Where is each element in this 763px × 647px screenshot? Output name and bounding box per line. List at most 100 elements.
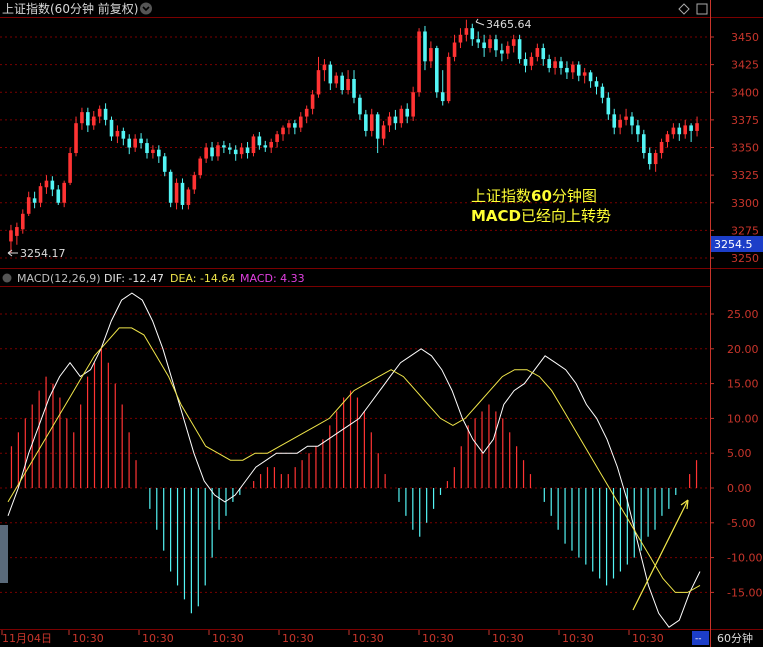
candle-body <box>470 28 475 40</box>
dif-line <box>7 292 701 628</box>
candle-body <box>505 45 510 54</box>
candle-body <box>488 39 492 49</box>
candle-body <box>334 75 339 84</box>
candle-body <box>68 153 72 183</box>
candle-body <box>446 56 451 102</box>
candle-body <box>411 92 415 117</box>
candle-body <box>103 108 108 120</box>
macd-lines <box>7 292 701 628</box>
price-tick-label: 3375 <box>731 114 759 127</box>
candle-body <box>32 198 37 203</box>
diamond-icon[interactable] <box>678 3 690 15</box>
time-tick-label: 10:30 <box>212 632 244 645</box>
candle-body <box>115 130 120 137</box>
candle-body <box>600 86 605 98</box>
candle-body <box>387 116 392 126</box>
price-tick-label: 3400 <box>731 86 759 99</box>
candle-body <box>352 78 356 98</box>
candle-body <box>26 197 31 214</box>
macd-menu-icon <box>2 273 12 283</box>
candle-body <box>624 116 628 120</box>
price-tick-label: 3250 <box>731 252 759 265</box>
candle-body <box>269 141 273 148</box>
candle-body <box>180 182 185 205</box>
candle-body <box>588 72 593 82</box>
scroll-handle[interactable] <box>0 525 8 583</box>
candle-body <box>316 70 321 95</box>
candle-body <box>38 186 43 203</box>
candle-body <box>440 92 445 102</box>
candle-body <box>369 114 374 131</box>
minus-icon: -- <box>695 634 702 644</box>
candle-body <box>500 50 504 54</box>
candle-body <box>157 149 161 157</box>
macd-tick-label: 5.00 <box>727 447 752 460</box>
annotation-line-2: MACD已经向上转势 <box>471 207 611 225</box>
candle-body <box>612 114 617 128</box>
candle-body <box>582 72 587 76</box>
annotation-line-1: 上证指数60分钟图 <box>471 187 597 205</box>
candle-body <box>547 59 551 68</box>
candle-body <box>677 127 682 135</box>
period-label: 60分钟 <box>717 631 753 645</box>
candle-body <box>192 175 197 190</box>
time-tick-label: 10:30 <box>632 632 664 645</box>
candle-body <box>346 78 350 91</box>
macd-tick-label: -15.00 <box>727 586 762 599</box>
candle-body <box>517 39 522 60</box>
time-tick-label: 10:30 <box>562 632 594 645</box>
candle-body <box>647 153 652 165</box>
svg-text:3254.5: 3254.5 <box>714 238 753 251</box>
candle-body <box>74 123 78 154</box>
period-selector[interactable]: -- 60分钟 <box>692 631 753 645</box>
candle-body <box>636 125 640 135</box>
candle-body <box>133 138 137 148</box>
dea-line <box>7 327 701 593</box>
candle-body <box>145 143 149 154</box>
candle-body <box>695 123 699 131</box>
candle-body <box>298 116 303 128</box>
candle-body <box>222 145 226 148</box>
high-marker: 3465.64 <box>475 18 532 31</box>
candle-body <box>523 59 528 66</box>
candle-body <box>151 149 155 154</box>
candle-body <box>80 112 84 124</box>
candle-body <box>630 116 634 126</box>
current-price-badge: 3254.5 <box>711 236 763 252</box>
time-tick-label: 10:30 <box>492 632 524 645</box>
candle-body <box>435 48 439 93</box>
candle-body <box>275 134 279 142</box>
square-icon[interactable] <box>696 3 708 15</box>
title-menu-button[interactable] <box>140 2 152 15</box>
price-tick-label: 3275 <box>731 224 759 237</box>
chart-canvas: 3450 3425 3400 3375 3350 3325 3300 3275 3250 25.… <box>0 0 763 647</box>
candle-body <box>659 141 664 154</box>
macd-tick-label: 15.00 <box>727 378 759 391</box>
candle-body <box>642 134 646 154</box>
candle-body <box>653 153 658 165</box>
candle-body <box>328 64 333 84</box>
candle-body <box>20 213 25 230</box>
candle-body <box>263 145 268 148</box>
candle-body <box>511 39 516 46</box>
candle-body <box>559 61 563 68</box>
candle-body <box>15 227 19 236</box>
dea-label: DEA: -14.64 <box>170 272 235 285</box>
candle-body <box>364 114 368 131</box>
candle-body <box>9 230 13 242</box>
candle-body <box>393 116 398 124</box>
candle-body <box>476 39 481 43</box>
candle-body <box>375 114 380 139</box>
candle-body <box>174 182 179 203</box>
macd-tick-label: 20.00 <box>727 343 759 356</box>
time-tick-label: 10:30 <box>142 632 174 645</box>
candle-body <box>399 108 404 124</box>
candle-body <box>251 136 256 154</box>
candle-body <box>594 81 599 87</box>
candle-body <box>245 147 250 154</box>
candle-body <box>576 64 581 76</box>
macd-header: MACD(12,26,9) DIF: -12.47 DEA: -14.64 MA… <box>2 272 305 285</box>
macd-tick-label: 25.00 <box>727 308 759 321</box>
candle-body <box>168 171 173 203</box>
macd-tick-label: 0.00 <box>727 482 752 495</box>
